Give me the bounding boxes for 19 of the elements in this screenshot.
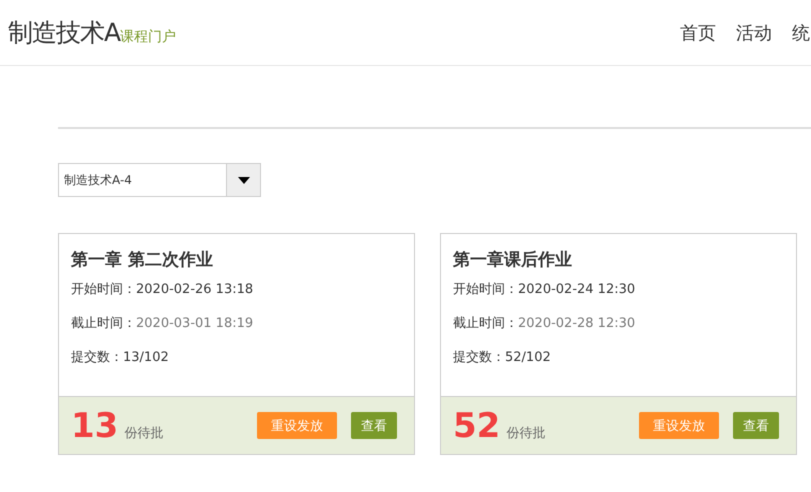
end-time: 截止时间：2020-02-28 12:30: [453, 316, 636, 331]
pending-count: 52: [453, 406, 500, 446]
assignment-title: 第一章 第二次作业: [71, 249, 214, 271]
start-time: 开始时间：2020-02-26 13:18: [71, 282, 254, 297]
nav-link[interactable]: 活动: [736, 20, 772, 44]
portal-subtitle: 课程门户: [120, 29, 176, 46]
caret-icon: [238, 176, 250, 184]
submission-count: 提交数：52/102: [453, 350, 551, 365]
assignment-title: 第一章课后作业: [453, 249, 573, 271]
end-time: 截止时间：2020-03-01 18:19: [71, 316, 254, 331]
pending-label: 份待批: [506, 424, 546, 442]
submission-count: 提交数：13/102: [71, 350, 169, 365]
class-select[interactable]: 制造技术A-4: [58, 163, 261, 197]
course-title: 制造技术A: [8, 17, 120, 49]
start-time: 开始时间：2020-02-24 12:30: [453, 282, 636, 297]
pending-count: 13: [71, 406, 118, 446]
pending-label: 份待批: [124, 424, 164, 442]
nav-link[interactable]: 首页: [680, 20, 716, 44]
nav-link[interactable]: 统: [792, 20, 810, 44]
